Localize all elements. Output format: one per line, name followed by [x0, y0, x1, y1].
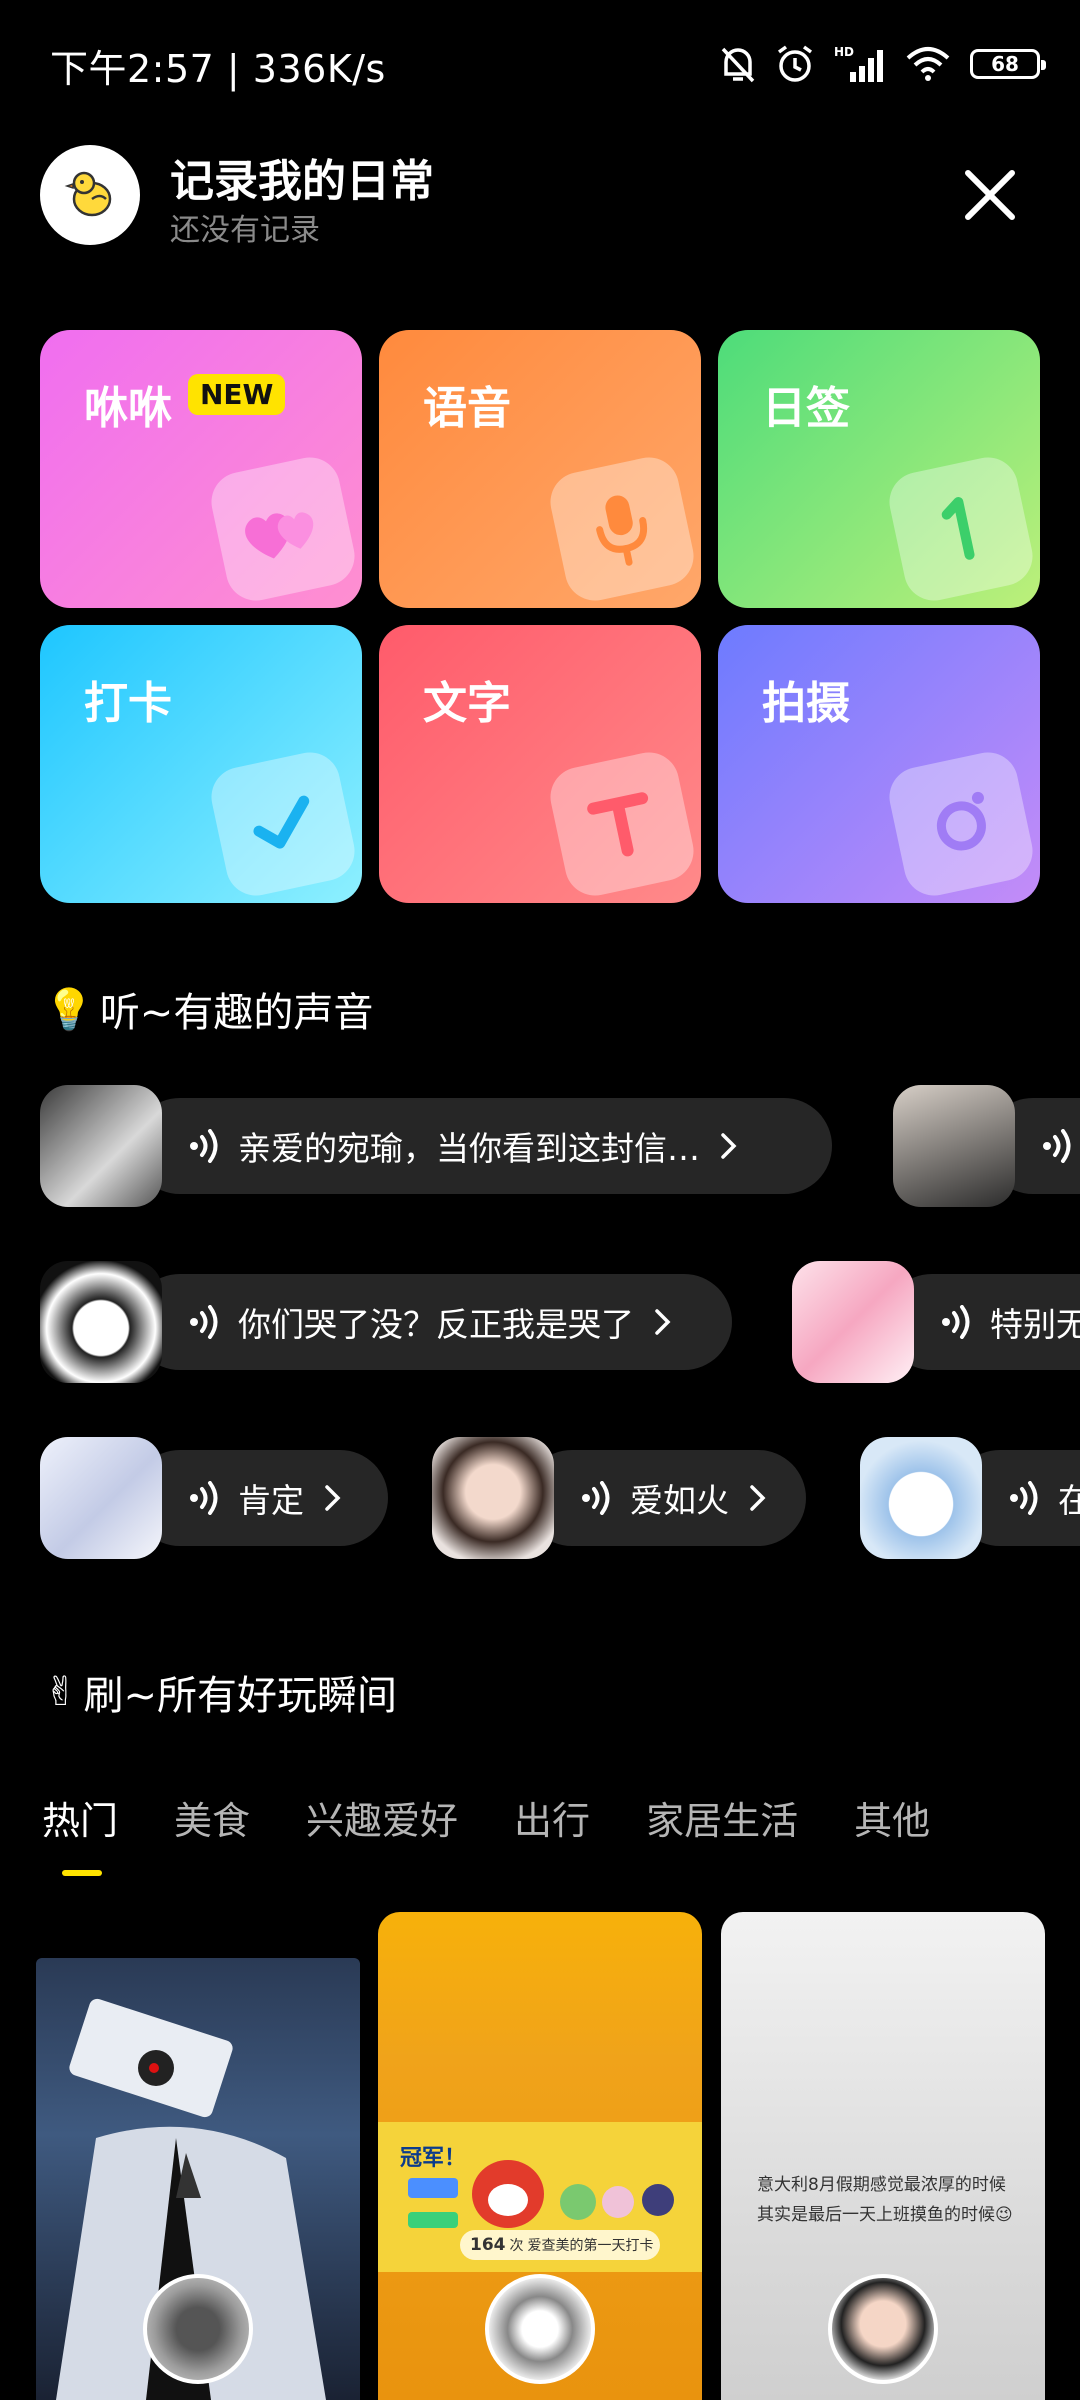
tile-xiuxiu[interactable]: 咻咻 NEW	[40, 330, 362, 608]
tile-camera[interactable]: 拍摄	[718, 625, 1040, 903]
chick-icon	[64, 171, 112, 217]
sound-wave-icon	[190, 1481, 218, 1515]
voice-cover-image	[860, 1437, 982, 1559]
card-checkin-bar: 164 次 爱查美的第一天打卡	[460, 2230, 660, 2260]
page-title: 记录我的日常	[170, 156, 434, 207]
voice-title: 爱如火	[630, 1481, 729, 1520]
checkin-count: 164	[470, 2235, 506, 2255]
tab-travel[interactable]: 出行	[514, 1790, 590, 1845]
tile-text[interactable]: 文字	[379, 625, 701, 903]
card-caption: 意大利8月假期感觉最浓厚的时候其实是最后一天上班摸鱼的时候😉	[757, 2175, 1013, 2225]
tile-label: 日签	[762, 383, 850, 434]
tile-voice[interactable]: 语音	[379, 330, 701, 608]
checkin-unit: 次	[509, 2238, 524, 2254]
voice-item[interactable]	[893, 1085, 1080, 1207]
voice-section-title: 💡 听~有趣的声音	[44, 980, 373, 1038]
author-avatar[interactable]	[143, 2274, 253, 2384]
hd-signal-icon: HD	[834, 45, 883, 82]
voice-title: 你们哭了没？反正我是哭了	[238, 1305, 634, 1344]
voice-item[interactable]: 特别无	[792, 1261, 1080, 1383]
sound-wave-icon	[582, 1481, 610, 1515]
check-icon	[253, 795, 310, 849]
chevron-right-icon	[325, 1485, 341, 1511]
moments-section-title: ✌ 刷~所有好玩瞬间	[44, 1663, 397, 1721]
tab-hobbies[interactable]: 兴趣爱好	[306, 1790, 458, 1845]
voice-item[interactable]: 在	[860, 1437, 1080, 1559]
moment-card[interactable]	[36, 1958, 360, 2400]
voice-item[interactable]: 你们哭了没？反正我是哭了	[40, 1261, 732, 1383]
checkin-text: 爱查美的第一天打卡	[527, 2238, 654, 2254]
battery-indicator: 68	[970, 49, 1046, 79]
voice-cover-image	[792, 1261, 914, 1383]
header: 记录我的日常 还没有记录	[40, 145, 1040, 248]
mute-bell-icon	[721, 47, 755, 83]
voice-item[interactable]: 亲爱的宛瑜，当你看到这封信…	[40, 1085, 832, 1207]
voice-item[interactable]: 肯定	[40, 1437, 388, 1559]
alarm-icon	[777, 45, 813, 82]
voice-title: 特别无	[990, 1305, 1080, 1344]
hearts-icon	[245, 512, 314, 559]
voice-pill[interactable]: 你们哭了没？反正我是哭了	[132, 1274, 732, 1370]
voice-pill[interactable]: 爱如火	[524, 1450, 806, 1546]
chevron-right-icon	[750, 1485, 766, 1511]
victory-hand-icon: ✌	[44, 1669, 78, 1715]
voice-title: 肯定	[238, 1481, 304, 1520]
chevron-right-icon	[655, 1309, 671, 1335]
voice-title: 亲爱的宛瑜，当你看到这封信…	[238, 1129, 700, 1168]
wifi-icon	[906, 47, 950, 81]
tab-food[interactable]: 美食	[174, 1790, 250, 1845]
page-subtitle: 还没有记录	[170, 213, 320, 248]
status-bar: 下午2:57 | 336K/s HD 68	[0, 0, 1080, 130]
tile-daily-sign[interactable]: 日签	[718, 330, 1040, 608]
text-t-icon	[587, 792, 649, 857]
tab-hot[interactable]: 热门	[42, 1790, 118, 1845]
tile-label: 文字	[423, 678, 511, 729]
tile-checkin[interactable]: 打卡	[40, 625, 362, 903]
active-tab-indicator	[62, 1870, 102, 1876]
tile-label: 打卡	[84, 678, 172, 729]
microphone-icon	[596, 495, 648, 566]
tile-label: 语音	[423, 383, 511, 434]
close-icon[interactable]	[960, 165, 1020, 225]
voice-cover-image	[40, 1085, 162, 1207]
lightbulb-icon: 💡	[44, 986, 94, 1033]
voice-row: 你们哭了没？反正我是哭了 特别无	[0, 1261, 1080, 1383]
tile-label: 咻咻	[84, 383, 172, 434]
category-tabs: 热门 美食 兴趣爱好 出行 家居生活 其他	[42, 1790, 930, 1845]
tab-home-life[interactable]: 家居生活	[646, 1790, 798, 1845]
card-banner-rank: 冠军！	[400, 2146, 467, 2171]
section-title-text: 听~有趣的声音	[99, 990, 374, 1036]
voice-row: 亲爱的宛瑜，当你看到这封信…	[0, 1085, 1080, 1207]
voice-cover-image	[893, 1085, 1015, 1207]
voice-title: 在	[1058, 1481, 1080, 1520]
voice-cover-image	[40, 1261, 162, 1383]
tab-other[interactable]: 其他	[854, 1790, 930, 1845]
status-time: 下午2:57 | 336K/s	[50, 47, 386, 91]
voice-cover-image	[40, 1437, 162, 1559]
number-one-icon	[941, 496, 975, 560]
voice-pill[interactable]: 亲爱的宛瑜，当你看到这封信…	[132, 1098, 832, 1194]
sound-wave-icon	[1043, 1129, 1071, 1163]
tile-label: 拍摄	[762, 678, 850, 729]
section-title-text: 刷~所有好玩瞬间	[83, 1673, 398, 1719]
record-type-grid: 咻咻 NEW 语音 日签 打卡 文字 拍摄	[40, 330, 1040, 903]
sound-wave-icon	[1010, 1481, 1038, 1515]
voice-cover-image	[432, 1437, 554, 1559]
voice-pill[interactable]: 肯定	[132, 1450, 388, 1546]
user-avatar[interactable]	[40, 145, 140, 245]
sound-wave-icon	[190, 1129, 218, 1163]
camera-icon	[936, 791, 986, 851]
author-avatar[interactable]	[828, 2274, 938, 2384]
status-icons: HD 68	[720, 40, 1046, 88]
voice-row: 肯定 爱如火 在	[0, 1437, 1080, 1559]
sound-wave-icon	[190, 1305, 218, 1339]
moment-card[interactable]: 冠军！ 164 次 爱查美的第一天打卡	[378, 1912, 702, 2400]
voice-item[interactable]: 爱如火	[432, 1437, 806, 1559]
sound-wave-icon	[942, 1305, 970, 1339]
chevron-right-icon	[721, 1133, 737, 1159]
author-avatar[interactable]	[485, 2274, 595, 2384]
new-badge: NEW	[188, 374, 286, 415]
moment-card[interactable]: 意大利8月假期感觉最浓厚的时候其实是最后一天上班摸鱼的时候😉	[721, 1912, 1045, 2400]
svg-text:HD: HD	[834, 45, 854, 59]
